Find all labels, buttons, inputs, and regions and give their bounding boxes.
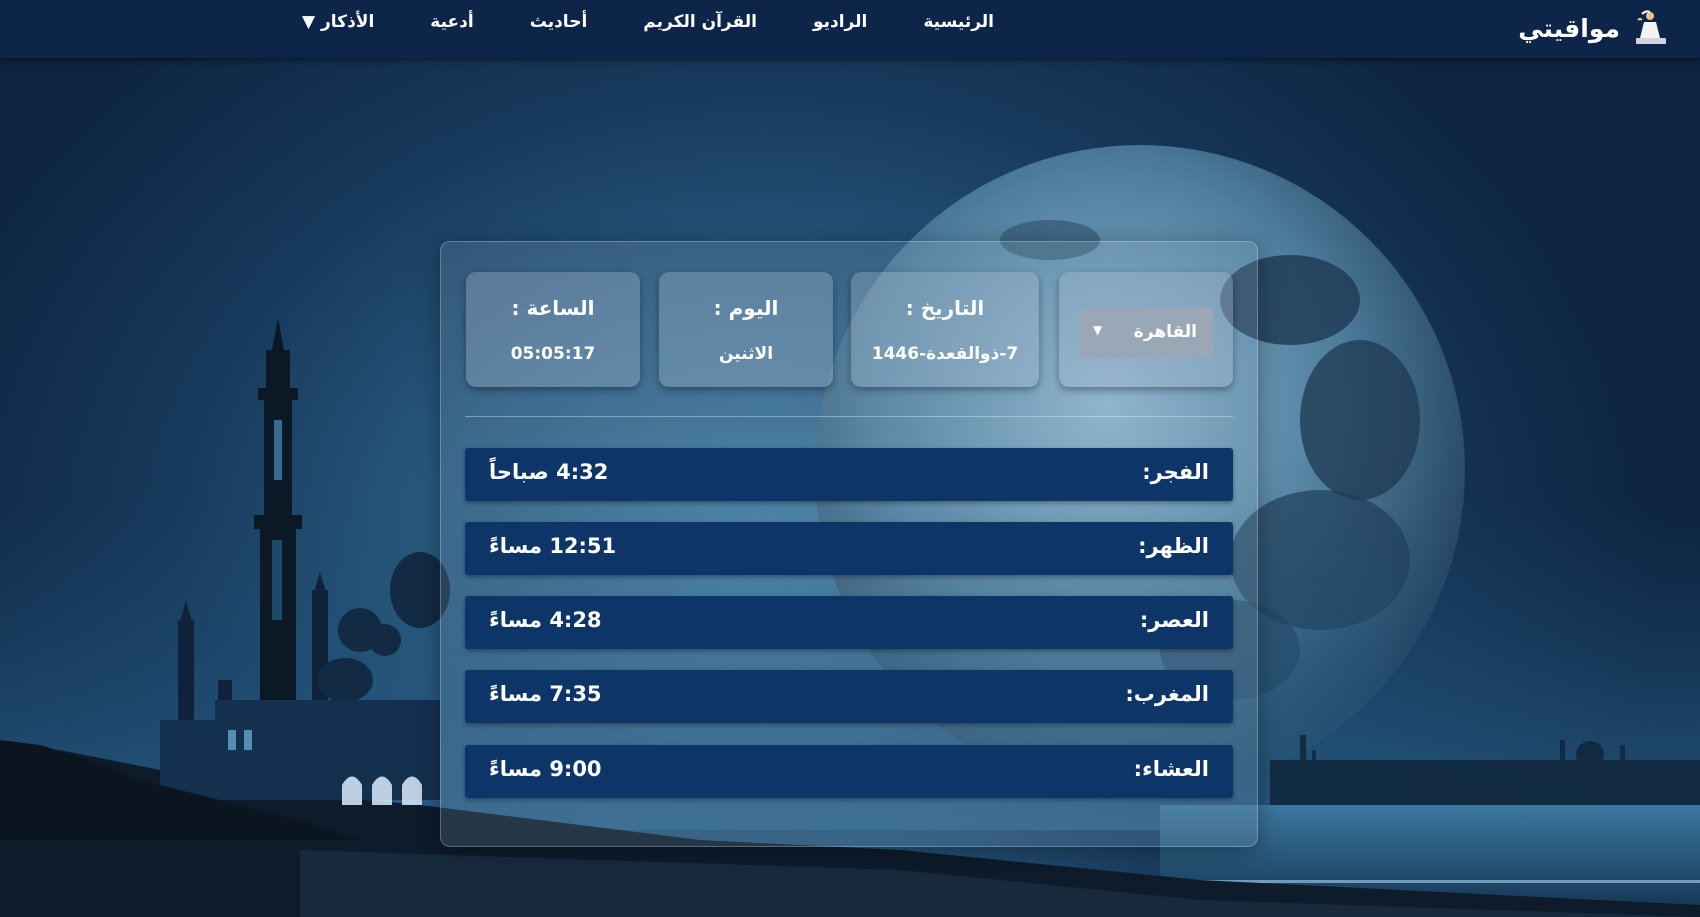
prayer-time: 7:35 مساءً: [489, 682, 602, 706]
day-box: اليوم : الاثنين: [659, 272, 833, 387]
clock-label: الساعة :: [511, 296, 595, 320]
prayer-times-card: القاهرة ▼ التاريخ : 7-ذوالقعدة-1446 اليو…: [440, 241, 1258, 847]
prayer-name: العصر:: [1139, 608, 1209, 632]
city-box: القاهرة ▼: [1059, 272, 1233, 387]
brand-logo[interactable]: مواقيتي: [1518, 4, 1670, 52]
prayer-time: 4:32 صباحاً: [489, 460, 609, 484]
clock-value: 05:05:17: [510, 344, 596, 364]
prayer-time: 12:51 مساءً: [489, 534, 617, 558]
main-nav: الرئيسية الراديو القرآن الكريم أحاديث أد…: [302, 0, 994, 44]
chevron-down-icon: ▼: [1093, 323, 1103, 337]
prayer-row-fajr: الفجر: 4:32 صباحاً: [465, 448, 1233, 501]
date-label: التاريخ :: [905, 296, 985, 320]
prayer-name: المغرب:: [1125, 682, 1209, 706]
prayer-name: الفجر:: [1142, 460, 1209, 484]
praying-person-icon: [1636, 10, 1666, 44]
prayer-row-dhuhr: الظهر: 12:51 مساءً: [465, 522, 1233, 575]
city-selected-value: القاهرة: [1133, 322, 1197, 342]
day-label: اليوم :: [713, 296, 779, 320]
day-value: الاثنين: [718, 344, 774, 364]
prayer-time: 9:00 مساءً: [489, 757, 602, 781]
nav-quran[interactable]: القرآن الكريم: [643, 12, 757, 32]
prayer-row-isha: العشاء: 9:00 مساءً: [465, 745, 1233, 798]
city-select[interactable]: القاهرة ▼: [1079, 307, 1213, 357]
top-navbar: مواقيتي الرئيسية الراديو القرآن الكريم أ…: [0, 0, 1700, 58]
nav-hadith[interactable]: أحاديث: [530, 12, 588, 32]
prayer-row-asr: العصر: 4:28 مساءً: [465, 596, 1233, 649]
prayer-time: 4:28 مساءً: [489, 608, 602, 632]
divider: [465, 416, 1233, 417]
date-value: 7-ذوالقعدة-1446: [871, 344, 1019, 364]
nav-radio[interactable]: الراديو: [813, 12, 867, 32]
nav-duas[interactable]: أدعية: [430, 12, 473, 32]
prayer-name: العشاء:: [1133, 757, 1209, 781]
nav-adhkar-dropdown[interactable]: الأذكار ▼: [302, 12, 374, 32]
prayer-name: الظهر:: [1138, 534, 1209, 558]
nav-home[interactable]: الرئيسية: [923, 12, 994, 32]
brand-name: مواقيتي: [1518, 13, 1620, 43]
clock-box: الساعة : 05:05:17: [466, 272, 640, 387]
date-box: التاريخ : 7-ذوالقعدة-1446: [851, 272, 1039, 387]
prayer-row-maghrib: المغرب: 7:35 مساءً: [465, 670, 1233, 723]
